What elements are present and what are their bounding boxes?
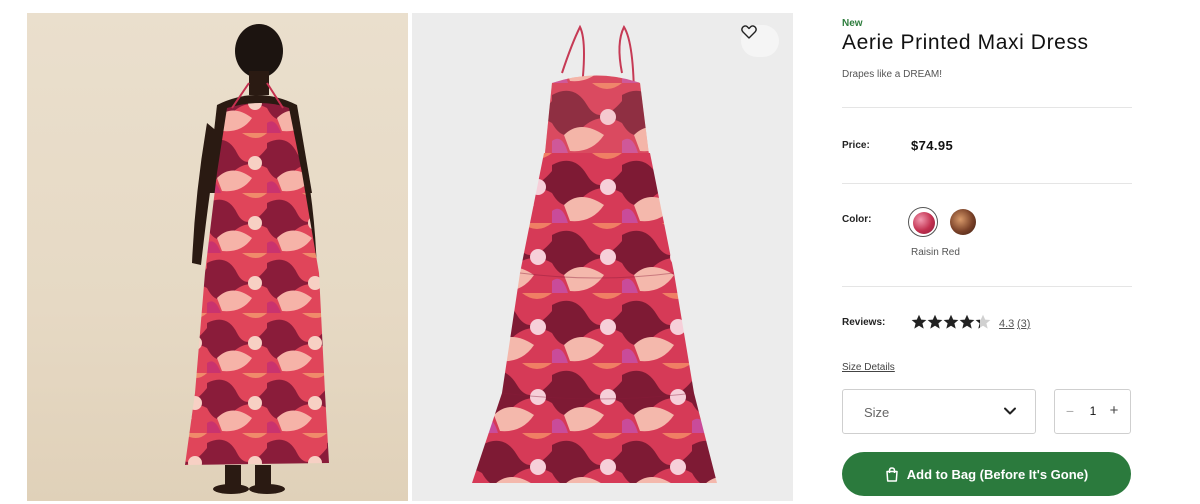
price-value: $74.95 bbox=[911, 138, 954, 153]
add-to-bag-button[interactable]: Add to Bag (Before It's Gone) bbox=[842, 452, 1131, 496]
quantity-decrement-button[interactable]: − bbox=[1063, 403, 1077, 419]
swatch-brown-print[interactable] bbox=[948, 207, 978, 237]
quantity-increment-button[interactable]: + bbox=[1107, 402, 1121, 419]
add-to-bag-label: Add to Bag (Before It's Gone) bbox=[906, 466, 1089, 482]
model-image bbox=[185, 24, 329, 494]
size-details-link[interactable]: Size Details bbox=[842, 362, 895, 373]
flat-lay-image bbox=[472, 24, 717, 483]
size-dropdown[interactable]: Size bbox=[842, 389, 1036, 434]
quantity-value[interactable]: 1 bbox=[1087, 404, 1099, 418]
heart-icon bbox=[741, 25, 757, 39]
product-tagline: Drapes like a DREAM! bbox=[842, 69, 943, 80]
product-title: Aerie Printed Maxi Dress bbox=[842, 31, 1089, 54]
model-photo[interactable] bbox=[27, 13, 408, 501]
rating-value-link[interactable]: 4.3 bbox=[999, 318, 1014, 330]
swatch-raisin-red[interactable] bbox=[908, 207, 938, 237]
new-badge: New bbox=[842, 18, 863, 29]
reviews-label: Reviews: bbox=[842, 317, 886, 328]
divider bbox=[842, 286, 1132, 287]
bag-icon bbox=[886, 466, 898, 482]
flat-lay-photo[interactable] bbox=[412, 13, 793, 501]
swatch-brown-print-fill bbox=[950, 209, 976, 235]
star-rating[interactable] bbox=[911, 314, 991, 330]
quantity-stepper: − 1 + bbox=[1054, 389, 1131, 434]
selected-color-name: Raisin Red bbox=[911, 247, 960, 258]
size-dropdown-label: Size bbox=[864, 405, 890, 420]
price-label: Price: bbox=[842, 140, 870, 151]
color-label: Color: bbox=[842, 214, 872, 225]
product-gallery bbox=[27, 13, 793, 501]
review-count-link[interactable]: (3) bbox=[1017, 318, 1030, 330]
divider bbox=[842, 183, 1132, 184]
stars-icon bbox=[911, 314, 991, 329]
chevron-down-icon bbox=[1004, 407, 1016, 415]
favorite-button[interactable] bbox=[741, 25, 779, 57]
swatch-raisin-red-fill bbox=[913, 212, 935, 234]
divider bbox=[842, 107, 1132, 108]
